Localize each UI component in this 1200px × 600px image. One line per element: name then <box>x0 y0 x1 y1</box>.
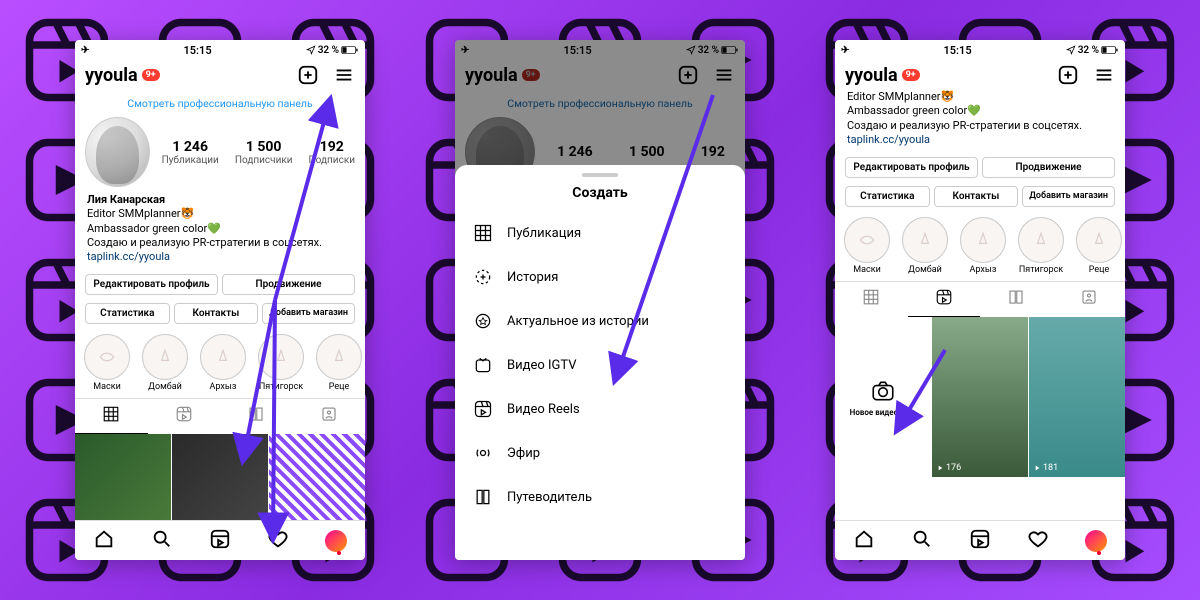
igtv-icon <box>473 355 493 375</box>
create-highlight[interactable]: Актуальное из истории <box>455 299 745 343</box>
post-thumbnail[interactable] <box>75 434 171 520</box>
menu-icon[interactable] <box>333 64 355 86</box>
location-icon <box>306 45 316 55</box>
guide-icon <box>473 487 493 507</box>
story-icon <box>473 267 493 287</box>
nav-search-icon[interactable] <box>151 528 173 554</box>
highlight-item[interactable]: Домбай <box>139 334 191 392</box>
highlight-item[interactable]: Маски <box>81 334 133 392</box>
nav-activity-icon[interactable] <box>267 528 289 554</box>
highlights-row: Маски Домбай Архыз Пятигорск Реце <box>75 328 365 398</box>
highlight-item[interactable]: Реце <box>313 334 365 392</box>
highlight-item[interactable]: Реце <box>1073 217 1125 275</box>
grid-icon <box>473 223 493 243</box>
stat-following[interactable]: 192 Подписки <box>309 139 355 166</box>
create-guide[interactable]: Путеводитель <box>455 475 745 519</box>
notification-badge[interactable]: 9+ <box>142 69 160 81</box>
dashboard-link[interactable]: Смотреть профессиональную панель <box>127 97 312 110</box>
status-bar: ✈ 15:15 32 % <box>835 40 1125 60</box>
tab-guides-icon[interactable] <box>980 282 1053 317</box>
screen-reels-tab: ✈ 15:15 32 % yyoula 9+ Editor SMMplanner… <box>835 40 1125 560</box>
tab-tagged-icon[interactable] <box>293 399 366 434</box>
nav-home-icon[interactable] <box>93 528 115 554</box>
reel-thumbnail[interactable]: 176 <box>932 317 1028 477</box>
screen-create-sheet: ✈ 15:15 32 % yyoula 9+ Смотреть профе <box>455 40 745 560</box>
tab-reels-icon[interactable] <box>148 399 221 434</box>
nav-reels-icon[interactable] <box>969 528 991 554</box>
add-shop-button[interactable]: Добавить магазин <box>1022 186 1115 207</box>
post-thumbnail[interactable] <box>269 434 365 520</box>
stat-followers[interactable]: 1 500 Подписчики <box>235 139 293 166</box>
create-bottom-sheet: Создать Публикация История Актуальное из… <box>455 165 745 560</box>
profile-header: yyoula 9+ <box>75 60 365 90</box>
avatar[interactable] <box>85 117 150 187</box>
add-shop-button[interactable]: Добавить магазин <box>262 303 355 324</box>
battery-icon <box>341 45 359 55</box>
menu-icon[interactable] <box>1093 64 1115 86</box>
contacts-button[interactable]: Контакты <box>934 186 1019 207</box>
nav-reels-icon[interactable] <box>209 528 231 554</box>
stats-button[interactable]: Статистика <box>85 303 170 324</box>
stats-button[interactable]: Статистика <box>845 186 930 207</box>
nav-profile-avatar[interactable] <box>325 530 347 552</box>
sheet-handle[interactable] <box>582 173 618 177</box>
bio-link[interactable]: taplink.cc/yyoula <box>847 133 1113 147</box>
bio: Лия Канарская Editor SMMplanner🐯 Ambassa… <box>75 187 365 270</box>
posts-grid <box>75 434 365 520</box>
nav-home-icon[interactable] <box>853 528 875 554</box>
username[interactable]: yyoula <box>85 65 138 86</box>
nav-profile-avatar[interactable] <box>1085 530 1107 552</box>
nav-activity-icon[interactable] <box>1027 528 1049 554</box>
promote-button[interactable]: Продвижение <box>222 274 355 295</box>
create-post-icon[interactable] <box>297 64 319 86</box>
promote-button[interactable]: Продвижение <box>982 157 1115 178</box>
reel-thumbnail[interactable]: 181 <box>1029 317 1125 477</box>
status-time: 15:15 <box>183 44 211 57</box>
tab-grid-icon[interactable] <box>835 282 908 317</box>
tab-guides-icon[interactable] <box>220 399 293 434</box>
screen-profile: ✈ 15:15 32 % yyoula 9+ С <box>75 40 365 560</box>
create-post-icon[interactable] <box>1057 64 1079 86</box>
live-icon <box>473 443 493 463</box>
airplane-icon: ✈ <box>81 45 89 56</box>
edit-profile-button[interactable]: Редактировать профиль <box>845 157 978 178</box>
contacts-button[interactable]: Контакты <box>174 303 259 324</box>
create-post[interactable]: Публикация <box>455 211 745 255</box>
tab-reels-icon[interactable] <box>908 282 981 317</box>
sheet-title: Создать <box>455 185 745 211</box>
tab-tagged-icon[interactable] <box>1053 282 1126 317</box>
edit-profile-button[interactable]: Редактировать профиль <box>85 274 218 295</box>
status-battery: 32 % <box>306 45 359 56</box>
highlight-item[interactable]: Архыз <box>957 217 1009 275</box>
new-reel-button[interactable]: Новое видео Re... <box>835 317 931 477</box>
highlight-item[interactable]: Архыз <box>197 334 249 392</box>
status-bar: ✈ 15:15 32 % <box>75 40 365 60</box>
stats-row: 1 246 Публикации 1 500 Подписчики 192 По… <box>162 139 355 166</box>
bottom-nav <box>75 520 365 560</box>
tab-grid-icon[interactable] <box>75 399 148 434</box>
highlight-item[interactable]: Пятигорск <box>255 334 307 392</box>
post-thumbnail[interactable] <box>172 434 268 520</box>
profile-tabs <box>75 398 365 434</box>
stat-posts[interactable]: 1 246 Публикации <box>162 139 219 166</box>
create-live[interactable]: Эфир <box>455 431 745 475</box>
highlight-item[interactable]: Пятигорск <box>1015 217 1067 275</box>
create-igtv[interactable]: Видео IGTV <box>455 343 745 387</box>
bio-link[interactable]: taplink.cc/yyoula <box>87 250 353 264</box>
nav-search-icon[interactable] <box>911 528 933 554</box>
highlight-icon <box>473 311 493 331</box>
highlight-item[interactable]: Маски <box>841 217 893 275</box>
reels-icon <box>473 399 493 419</box>
camera-icon <box>870 378 896 404</box>
highlight-item[interactable]: Домбай <box>899 217 951 275</box>
create-story[interactable]: История <box>455 255 745 299</box>
create-reels[interactable]: Видео Reels <box>455 387 745 431</box>
